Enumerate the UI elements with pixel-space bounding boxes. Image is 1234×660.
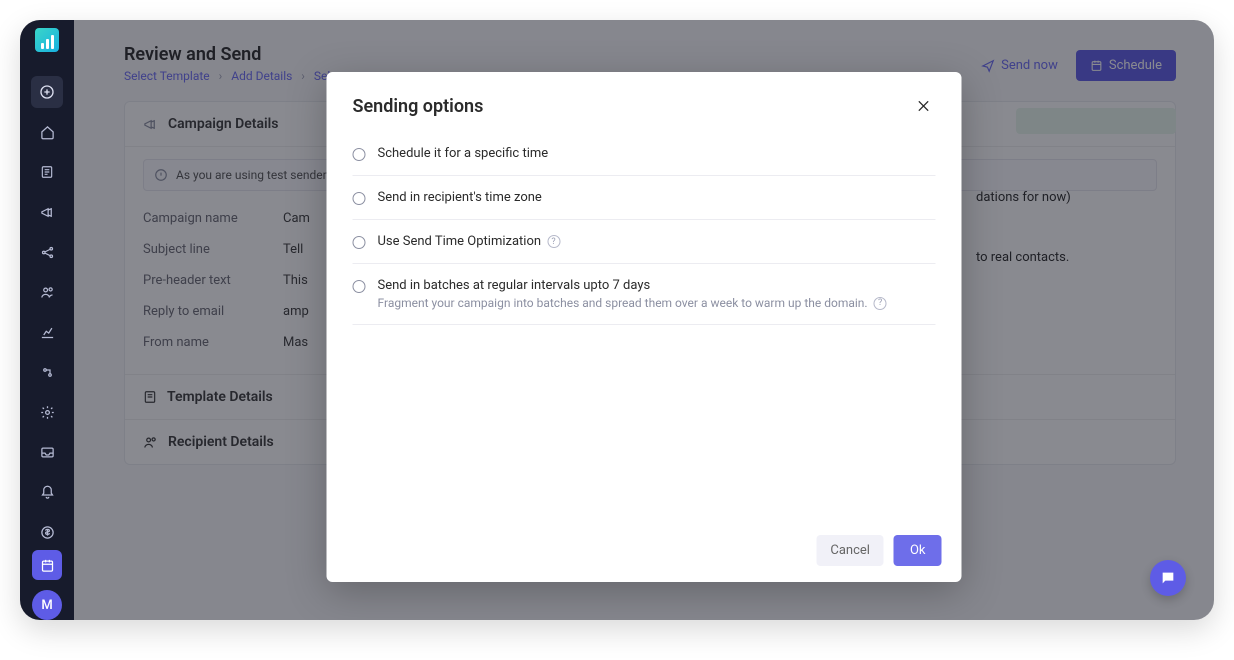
ok-button[interactable]: Ok: [894, 535, 942, 566]
option-label: Use Send Time Optimization: [378, 234, 542, 249]
chat-fab[interactable]: [1150, 560, 1186, 596]
sidebar-form-icon[interactable]: [31, 156, 63, 188]
sidebar-inbox-icon[interactable]: [31, 436, 63, 468]
sidebar-home-icon[interactable]: [31, 116, 63, 148]
sidebar-integrations-icon[interactable]: [31, 356, 63, 388]
sidebar: M: [20, 20, 74, 620]
option-label: Send in batches at regular intervals upt…: [378, 278, 651, 293]
option-send-time-optimization[interactable]: Use Send Time Optimization ?: [353, 220, 936, 264]
modal-title: Sending options: [353, 96, 484, 117]
sidebar-bell-icon[interactable]: [31, 476, 63, 508]
cancel-button[interactable]: Cancel: [816, 535, 884, 566]
radio-recipient-timezone[interactable]: [353, 192, 366, 205]
sidebar-settings-icon[interactable]: [31, 396, 63, 428]
option-sublabel: Fragment your campaign into batches and …: [378, 296, 868, 310]
main-content: Review and Send Select Template › Add De…: [74, 20, 1214, 620]
option-label: Send in recipient's time zone: [378, 190, 542, 205]
sidebar-share-icon[interactable]: [31, 236, 63, 268]
option-schedule-specific[interactable]: Schedule it for a specific time: [353, 132, 936, 176]
option-recipient-timezone[interactable]: Send in recipient's time zone: [353, 176, 936, 220]
sidebar-users-icon[interactable]: [31, 276, 63, 308]
sidebar-billing-icon[interactable]: [31, 516, 63, 548]
close-icon: [916, 98, 932, 114]
ok-label: Ok: [910, 543, 926, 558]
radio-batches[interactable]: [353, 280, 366, 293]
avatar[interactable]: M: [32, 590, 62, 620]
sidebar-plus-icon[interactable]: [31, 76, 63, 108]
help-icon[interactable]: ?: [547, 235, 560, 248]
sidebar-announce-icon[interactable]: [31, 196, 63, 228]
cancel-label: Cancel: [830, 543, 870, 558]
option-label: Schedule it for a specific time: [378, 146, 549, 161]
logo[interactable]: [35, 28, 59, 52]
radio-send-time-optimization[interactable]: [353, 236, 366, 249]
sidebar-calendar-action[interactable]: [32, 550, 62, 580]
sidebar-analytics-icon[interactable]: [31, 316, 63, 348]
help-icon[interactable]: ?: [874, 297, 887, 310]
sending-options-modal: Sending options Schedule it for a specif…: [327, 72, 962, 582]
option-batches[interactable]: Send in batches at regular intervals upt…: [353, 264, 936, 325]
modal-close-button[interactable]: [912, 94, 936, 118]
chat-icon: [1160, 570, 1176, 586]
radio-schedule-specific[interactable]: [353, 148, 366, 161]
avatar-letter: M: [41, 598, 52, 613]
